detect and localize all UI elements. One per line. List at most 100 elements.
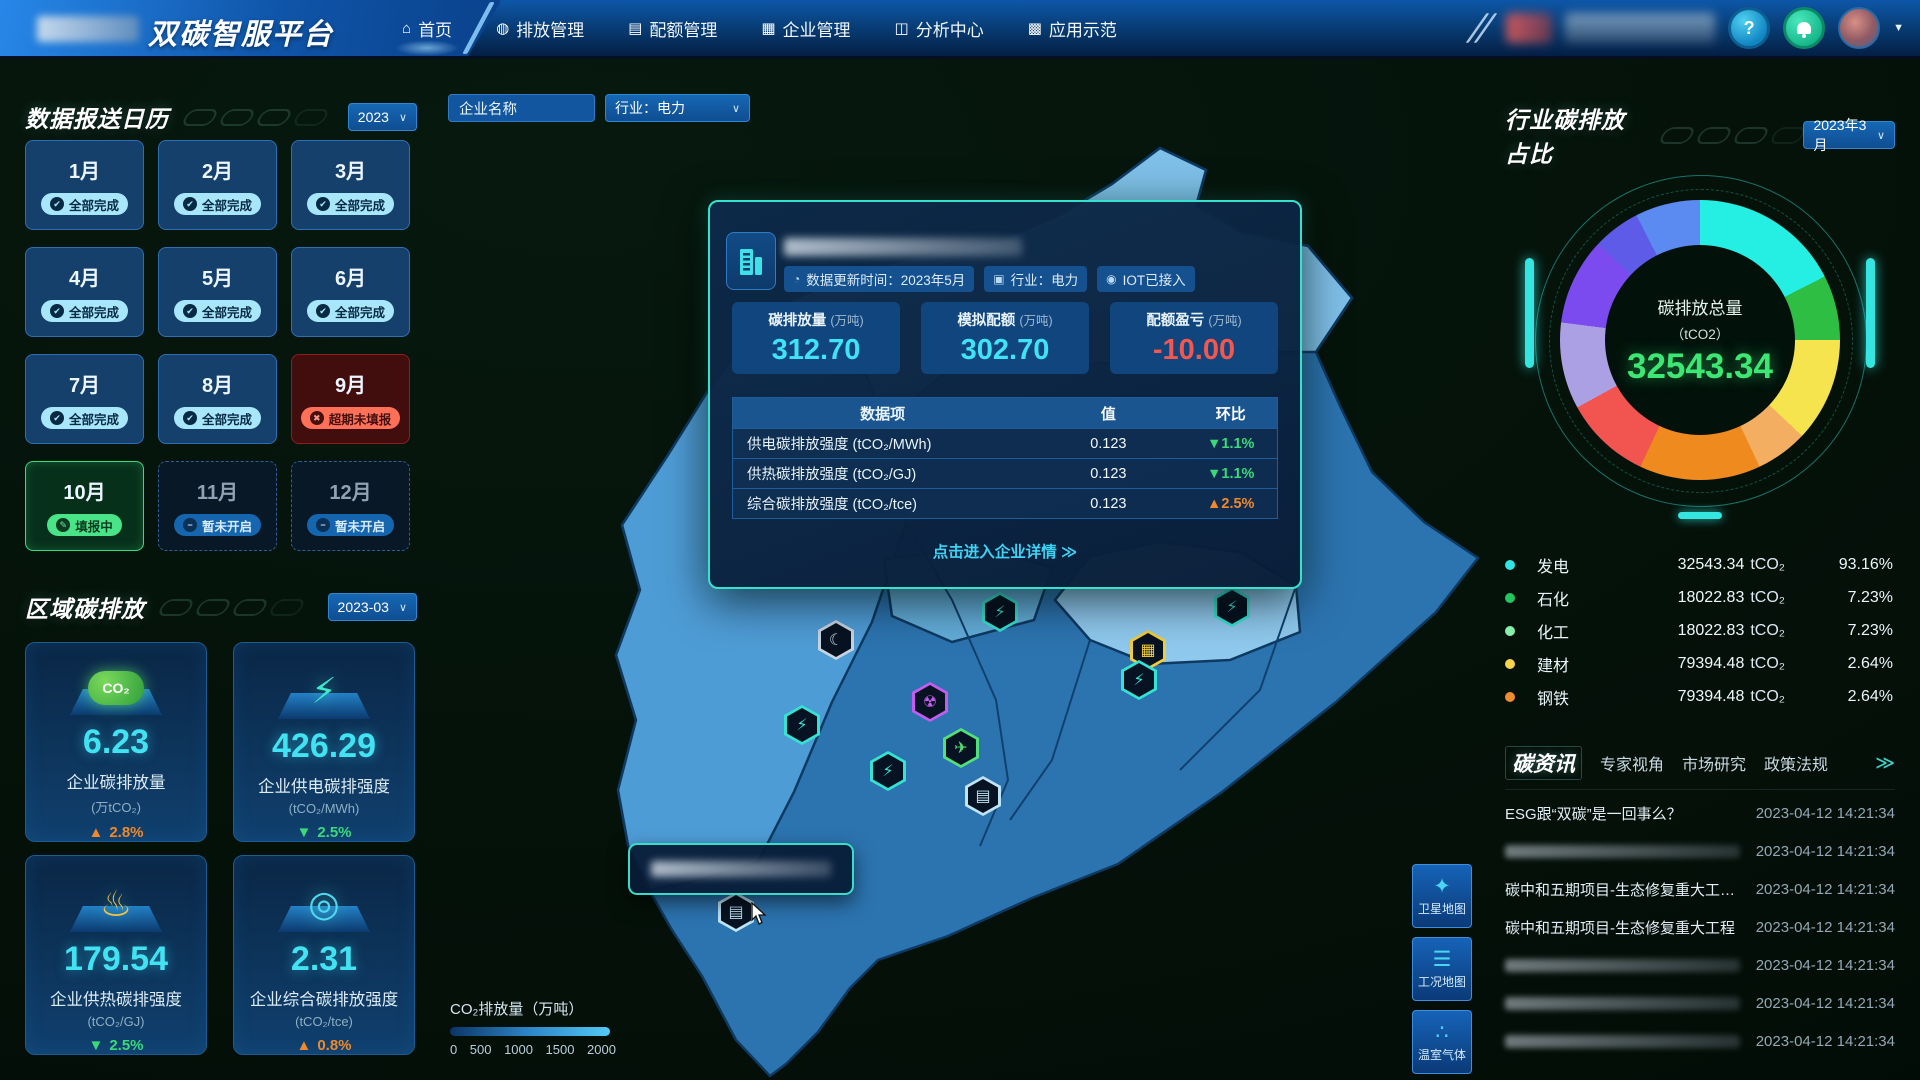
nav-item-quota[interactable]: ▤ 配额管理 [628, 16, 717, 41]
card-unit: (tCO₂/tce) [295, 1014, 353, 1029]
news-timestamp: 2023-04-12 14:21:34 [1740, 919, 1895, 936]
legend-row[interactable]: 钢铁 79394.48tCO₂ 2.64% [1505, 680, 1893, 713]
month-card-may[interactable]: 5月 ✔全部完成 [158, 247, 277, 337]
enter-company-detail-link[interactable]: 点击进入企业详情 ≫ [710, 540, 1300, 562]
bell-icon [1797, 22, 1811, 34]
help-button[interactable]: ? [1728, 7, 1770, 49]
month-card-dec[interactable]: 12月 −暂未开启 [291, 461, 410, 551]
month-label: 2月 [202, 155, 233, 184]
month-card-sep[interactable]: 9月 ✖超期未填报 [291, 354, 410, 444]
delta-value: 2.5% [317, 824, 351, 841]
emission-card[interactable]: CO₂ 6.23 企业碳排放量 (万tCO₂) ▲2.8% [25, 642, 207, 842]
month-card-aug[interactable]: 8月 ✔全部完成 [158, 354, 277, 444]
news-item[interactable]: 2023-04-12 14:21:34 [1505, 1022, 1895, 1060]
check-icon: ✔ [316, 197, 330, 211]
month-label: 11月 [197, 476, 238, 505]
power-intensity-card[interactable]: ⚡ 426.29 企业供电碳排强度 (tCO₂/MWh) ▼2.5% [233, 642, 415, 842]
news-item[interactable]: 碳中和五期项目-生态修复重大工程... 2023-04-12 14:21:34 [1505, 870, 1895, 908]
month-card-jan[interactable]: 1月 ✔全部完成 [25, 140, 144, 230]
card-unit: (tCO₂/GJ) [87, 1014, 144, 1029]
status-badge: ✔全部完成 [174, 193, 261, 215]
delta-value: 2.8% [109, 824, 143, 841]
satellite-map-button[interactable]: ✦ 卫星地图 [1412, 864, 1472, 928]
cross-icon: ✖ [310, 411, 324, 425]
question-icon: ? [1744, 18, 1755, 39]
nav-item-enterprise[interactable]: ▦ 企业管理 [761, 16, 850, 41]
donut-center-label: 碳排放总量 [1658, 294, 1743, 319]
legend-title: CO₂排放量（万吨） [450, 998, 616, 1019]
news-item[interactable]: 2023-04-12 14:21:34 [1505, 832, 1895, 870]
nav-item-analysis[interactable]: ◫ 分析中心 [895, 16, 984, 41]
map-tooltip[interactable] [628, 843, 854, 895]
legend-row[interactable]: 发电 32543.34tCO₂ 93.16% [1505, 548, 1893, 581]
greenhouse-gas-button[interactable]: ∴ 温室气体 [1412, 1010, 1472, 1074]
chevron-down-icon: ∨ [732, 102, 740, 115]
status-badge: ✔全部完成 [41, 407, 128, 429]
donut-ring[interactable]: 碳排放总量 （tCO2） 32543.34 [1560, 200, 1840, 480]
nav-label: 应用示范 [1049, 16, 1117, 41]
month-card-mar[interactable]: 3月 ✔全部完成 [291, 140, 410, 230]
chevron-down-icon[interactable]: ▼ [1893, 22, 1904, 34]
status-badge: ✔全部完成 [174, 300, 261, 322]
notification-button[interactable] [1783, 7, 1825, 49]
check-icon: ✔ [183, 197, 197, 211]
card-value: 2.31 [291, 940, 357, 979]
news-timestamp: 2023-04-12 14:21:34 [1740, 957, 1895, 974]
tab-policy[interactable]: 政策法规 [1764, 751, 1828, 775]
month-card-nov[interactable]: 11月 −暂未开启 [158, 461, 277, 551]
news-title: 碳资讯 [1505, 746, 1582, 780]
avatar[interactable] [1838, 7, 1880, 49]
month-card-oct[interactable]: 10月 ✎填报中 [25, 461, 144, 551]
status-badge: ✔全部完成 [307, 300, 394, 322]
month-card-jul[interactable]: 7月 ✔全部完成 [25, 354, 144, 444]
month-card-jun[interactable]: 6月 ✔全部完成 [291, 247, 410, 337]
news-more-arrow[interactable]: ≫ [1875, 752, 1895, 775]
gauge-icon: ◎ [308, 886, 339, 922]
news-item[interactable]: 2023-04-12 14:21:34 [1505, 946, 1895, 984]
month-card-feb[interactable]: 2月 ✔全部完成 [158, 140, 277, 230]
year-dropdown[interactable]: 2023 ∨ [348, 103, 417, 131]
status-badge: ✔全部完成 [307, 193, 394, 215]
legend-row[interactable]: 化工 18022.83tCO₂ 7.23% [1505, 614, 1893, 647]
nav-right: ? ▼ [1476, 0, 1904, 56]
condition-map-button[interactable]: ☰ 工况地图 [1412, 937, 1472, 1001]
blurred-logo-prefix [37, 16, 139, 42]
check-icon: ✔ [50, 411, 64, 425]
trend-arrow-icon: ▼ [88, 1037, 103, 1054]
industry-filter-dropdown[interactable]: 行业：电力 ∨ [605, 94, 750, 122]
emission-stat: 碳排放量 (万吨) 312.70 [732, 302, 900, 374]
radiator-icon: ♨ [100, 886, 132, 922]
analysis-icon: ◫ [895, 19, 909, 37]
reporting-calendar: 1月 ✔全部完成 2月 ✔全部完成 3月 ✔全部完成 4月 ✔全部完成 5月 ✔… [25, 140, 417, 551]
news-item[interactable]: 碳中和五期项目-生态修复重大工程 2023-04-12 14:21:34 [1505, 908, 1895, 946]
news-item[interactable]: ESG跟“双碳”是一回事么？ 2023-04-12 14:21:34 [1505, 794, 1895, 832]
news-item[interactable]: 2023-04-12 14:21:34 [1505, 984, 1895, 1022]
month-dropdown[interactable]: 2023-03 ∨ [328, 593, 417, 621]
enterprise-icon: ▦ [761, 19, 775, 37]
calendar-title: 数据报送日历 [25, 100, 169, 134]
tab-market-research[interactable]: 市场研究 [1682, 751, 1746, 775]
map-layer-buttons: ✦ 卫星地图 ☰ 工况地图 ∴ 温室气体 [1412, 864, 1472, 1074]
nav-item-demo[interactable]: ▩ 应用示范 [1028, 16, 1117, 41]
iot-icon: ◉ [1106, 272, 1116, 286]
legend-row[interactable]: 石化 18022.83tCO₂ 7.23% [1505, 581, 1893, 614]
news-header: 碳资讯 专家视角 市场研究 政策法规 ≫ [1505, 746, 1895, 790]
overall-intensity-card[interactable]: ◎ 2.31 企业综合碳排放强度 (tCO₂/tce) ▲0.8% [233, 855, 415, 1055]
status-badge: ✔全部完成 [41, 300, 128, 322]
company-search-input[interactable]: 企业名称 [448, 94, 595, 122]
stat-value: 302.70 [961, 334, 1050, 367]
industry-donut-chart: 碳排放总量 （tCO2） 32543.34 [1505, 140, 1895, 540]
nav-item-home[interactable]: ⌂ 首页 [402, 16, 452, 41]
month-card-apr[interactable]: 4月 ✔全部完成 [25, 247, 144, 337]
ring-accent-bottom [1678, 512, 1722, 519]
map-emission-legend: CO₂排放量（万吨） 0500 10001500 2000 [450, 998, 616, 1057]
heat-intensity-card[interactable]: ♨ 179.54 企业供热碳排强度 (tCO₂/GJ) ▼2.5% [25, 855, 207, 1055]
stat-value: -10.00 [1153, 334, 1235, 367]
tab-expert-view[interactable]: 专家视角 [1600, 751, 1664, 775]
blurred-badge [1506, 13, 1552, 43]
blurred-company-title [784, 238, 1022, 256]
clock-icon: ◔ [793, 272, 800, 286]
legend-row[interactable]: 建材 79394.48tCO₂ 2.64% [1505, 647, 1893, 680]
nav-item-emission[interactable]: ◍ 排放管理 [496, 16, 584, 41]
trend-arrow-icon: ▼ [296, 824, 311, 841]
